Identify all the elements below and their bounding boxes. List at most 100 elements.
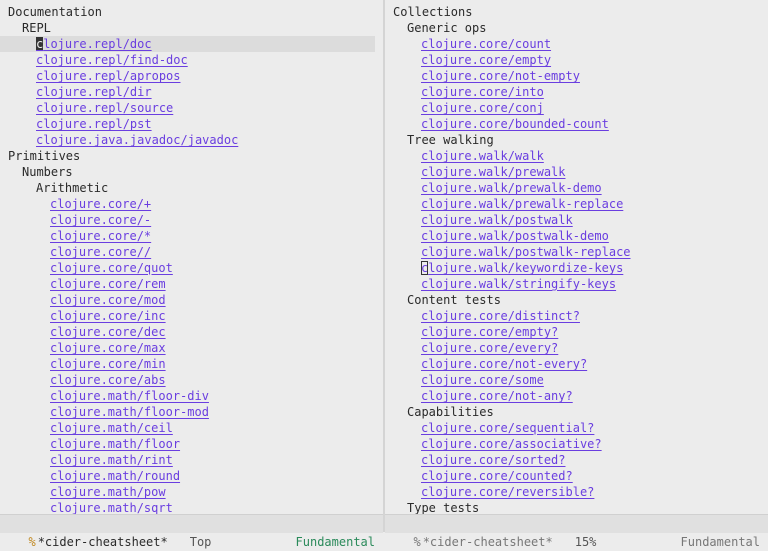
buffer-name[interactable]: *cider-cheatsheet*	[423, 535, 553, 549]
entry-line[interactable]: clojure.core/*	[0, 228, 383, 244]
function-link[interactable]: clojure.walk/stringify-keys	[421, 277, 616, 291]
function-link[interactable]: clojure.repl/doc	[36, 37, 152, 51]
function-link[interactable]: clojure.core/distinct?	[421, 309, 580, 323]
entry-line[interactable]: clojure.walk/prewalk-demo	[385, 180, 768, 196]
function-link[interactable]: clojure.walk/prewalk-replace	[421, 197, 623, 211]
function-link[interactable]: clojure.core/+	[50, 197, 151, 211]
function-link[interactable]: clojure.core/reversible?	[421, 485, 594, 499]
entry-line[interactable]: clojure.core/+	[0, 196, 383, 212]
entry-line[interactable]: clojure.core/quot	[0, 260, 383, 276]
entry-line[interactable]: clojure.core/empty?	[385, 324, 768, 340]
entry-line[interactable]: clojure.core/distinct?	[385, 308, 768, 324]
entry-line[interactable]: clojure.core/reversible?	[385, 484, 768, 500]
entry-line[interactable]: clojure.core/every?	[385, 340, 768, 356]
entry-line[interactable]: clojure.repl/find-doc	[0, 52, 383, 68]
entry-line[interactable]: clojure.repl/doc	[0, 36, 375, 52]
buffer-name[interactable]: *cider-cheatsheet*	[38, 535, 168, 549]
function-link[interactable]: clojure.walk/prewalk-demo	[421, 181, 602, 195]
function-link[interactable]: clojure.core/every?	[421, 341, 558, 355]
function-link[interactable]: clojure.core/into	[421, 85, 544, 99]
entry-line[interactable]: clojure.core/associative?	[385, 436, 768, 452]
function-link[interactable]: clojure.core//	[50, 245, 151, 259]
entry-line[interactable]: clojure.java.javadoc/javadoc	[0, 132, 383, 148]
function-link[interactable]: clojure.core/rem	[50, 277, 166, 291]
left-window[interactable]: Documentation REPL clojure.repl/doc clojure…	[0, 0, 383, 514]
function-link[interactable]: clojure.core/empty	[421, 53, 551, 67]
function-link[interactable]: clojure.core/quot	[50, 261, 173, 275]
entry-line[interactable]: clojure.core/dec	[0, 324, 383, 340]
entry-line[interactable]: clojure.walk/postwalk-demo	[385, 228, 768, 244]
entry-line[interactable]: clojure.core/count	[385, 36, 768, 52]
entry-line[interactable]: clojure.core/min	[0, 356, 383, 372]
function-link[interactable]: clojure.core/count	[421, 37, 551, 51]
entry-line[interactable]: clojure.core/not-every?	[385, 356, 768, 372]
entry-line[interactable]: clojure.core/empty	[385, 52, 768, 68]
function-link[interactable]: clojure.math/floor	[50, 437, 180, 451]
function-link[interactable]: clojure.core/sequential?	[421, 421, 594, 435]
function-link[interactable]: clojure.math/round	[50, 469, 180, 483]
entry-line[interactable]: clojure.math/pow	[0, 484, 383, 500]
function-link[interactable]: clojure.core/*	[50, 229, 151, 243]
function-link[interactable]: clojure.core/abs	[50, 373, 166, 387]
entry-line[interactable]: clojure.core/sequential?	[385, 420, 768, 436]
function-link[interactable]: clojure.core/inc	[50, 309, 166, 323]
entry-line[interactable]: clojure.math/round	[0, 468, 383, 484]
function-link[interactable]: clojure.walk/postwalk-demo	[421, 229, 609, 243]
function-link[interactable]: clojure.core/empty?	[421, 325, 558, 339]
function-link[interactable]: clojure.repl/apropos	[36, 69, 181, 83]
function-link[interactable]: clojure.walk/keywordize-keys	[421, 261, 623, 275]
function-link[interactable]: clojure.core/associative?	[421, 437, 602, 451]
function-link[interactable]: clojure.math/ceil	[50, 421, 173, 435]
function-link[interactable]: clojure.repl/dir	[36, 85, 152, 99]
entry-line[interactable]: clojure.walk/prewalk	[385, 164, 768, 180]
entry-line[interactable]: clojure.core/abs	[0, 372, 383, 388]
entry-line[interactable]: clojure.math/rint	[0, 452, 383, 468]
function-link[interactable]: clojure.math/floor-div	[50, 389, 209, 403]
entry-line[interactable]: clojure.core/inc	[0, 308, 383, 324]
entry-line[interactable]: clojure.walk/walk	[385, 148, 768, 164]
function-link[interactable]: clojure.core/not-any?	[421, 389, 573, 403]
entry-line[interactable]: clojure.walk/postwalk-replace	[385, 244, 768, 260]
entry-line[interactable]: clojure.walk/postwalk	[385, 212, 768, 228]
function-link[interactable]: clojure.core/bounded-count	[421, 117, 609, 131]
function-link[interactable]: clojure.core/max	[50, 341, 166, 355]
entry-line[interactable]: clojure.math/sqrt	[0, 500, 383, 514]
major-mode[interactable]: Fundamental	[296, 533, 375, 551]
entry-line[interactable]: clojure.core/max	[0, 340, 383, 356]
function-link[interactable]: clojure.math/floor-mod	[50, 405, 209, 419]
function-link[interactable]: clojure.walk/postwalk-replace	[421, 245, 631, 259]
function-link[interactable]: clojure.java.javadoc/javadoc	[36, 133, 238, 147]
entry-line[interactable]: clojure.core/not-any?	[385, 388, 768, 404]
entry-line[interactable]: clojure.core//	[0, 244, 383, 260]
function-link[interactable]: clojure.core/sorted?	[421, 453, 566, 467]
function-link[interactable]: clojure.math/pow	[50, 485, 166, 499]
entry-line[interactable]: clojure.core/conj	[385, 100, 768, 116]
entry-line[interactable]: clojure.core/not-empty	[385, 68, 768, 84]
entry-line[interactable]: clojure.core/into	[385, 84, 768, 100]
entry-line[interactable]: clojure.repl/source	[0, 100, 383, 116]
function-link[interactable]: clojure.core/not-every?	[421, 357, 587, 371]
entry-line[interactable]: clojure.repl/dir	[0, 84, 383, 100]
function-link[interactable]: clojure.core/not-empty	[421, 69, 580, 83]
right-window[interactable]: Collections Generic ops clojure.core/count…	[385, 0, 768, 514]
function-link[interactable]: clojure.repl/find-doc	[36, 53, 188, 67]
entry-line[interactable]: clojure.core/sorted?	[385, 452, 768, 468]
function-link[interactable]: clojure.walk/postwalk	[421, 213, 573, 227]
entry-line[interactable]: clojure.core/some	[385, 372, 768, 388]
function-link[interactable]: clojure.core/conj	[421, 101, 544, 115]
entry-line[interactable]: clojure.core/-	[0, 212, 383, 228]
entry-line[interactable]: clojure.math/floor-div	[0, 388, 383, 404]
entry-line[interactable]: clojure.walk/prewalk-replace	[385, 196, 768, 212]
function-link[interactable]: clojure.core/mod	[50, 293, 166, 307]
entry-line[interactable]: clojure.core/mod	[0, 292, 383, 308]
function-link[interactable]: clojure.repl/pst	[36, 117, 152, 131]
function-link[interactable]: clojure.walk/walk	[421, 149, 544, 163]
function-link[interactable]: clojure.core/-	[50, 213, 151, 227]
function-link[interactable]: clojure.repl/source	[36, 101, 173, 115]
entry-line[interactable]: clojure.math/floor	[0, 436, 383, 452]
entry-line[interactable]: clojure.core/rem	[0, 276, 383, 292]
entry-line[interactable]: clojure.repl/apropos	[0, 68, 383, 84]
entry-line[interactable]: clojure.core/counted?	[385, 468, 768, 484]
entry-line[interactable]: clojure.walk/stringify-keys	[385, 276, 768, 292]
function-link[interactable]: clojure.math/sqrt	[50, 501, 173, 514]
